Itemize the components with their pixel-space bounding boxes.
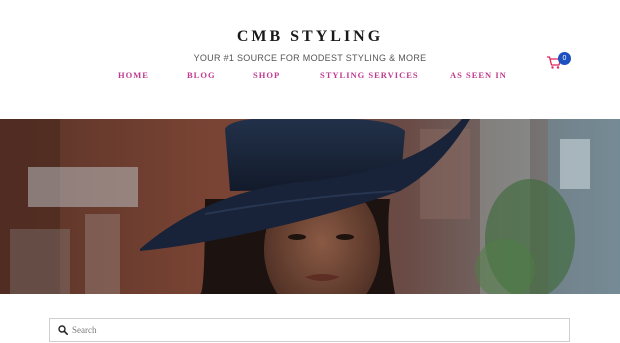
- search-icon: [58, 325, 68, 335]
- cart-button[interactable]: 0: [546, 52, 572, 72]
- nav-item-shop[interactable]: SHOP: [253, 70, 280, 80]
- hero-image: [0, 119, 620, 294]
- search-bar[interactable]: [49, 318, 570, 342]
- cart-count-badge: 0: [558, 52, 571, 65]
- nav-item-as-seen-in[interactable]: AS SEEN IN: [450, 70, 507, 80]
- nav-item-blog[interactable]: BLOG: [187, 70, 216, 80]
- search-input[interactable]: [72, 322, 552, 338]
- nav-item-home[interactable]: HOME: [118, 70, 149, 80]
- hero-banner: [0, 119, 620, 294]
- nav-item-styling-services[interactable]: STYLING SERVICES: [320, 70, 419, 80]
- site-tagline: YOUR #1 SOURCE FOR MODEST STYLING & MORE: [193, 53, 427, 63]
- site-brand[interactable]: CMB STYLING: [0, 28, 620, 46]
- main-nav: HOME BLOG SHOP STYLING SERVICES AS SEEN …: [0, 70, 620, 84]
